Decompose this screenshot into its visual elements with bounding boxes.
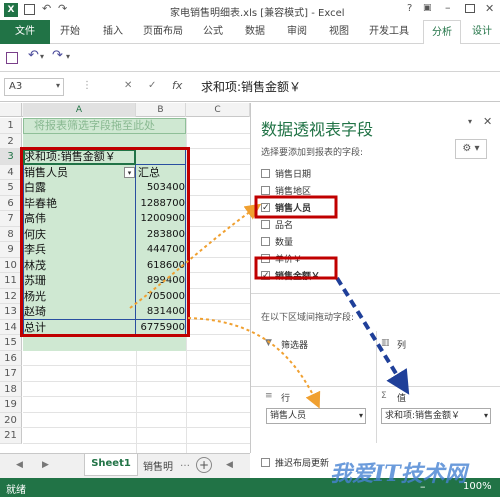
orange-arrow-to-rows <box>187 317 321 409</box>
sheet-tab-active[interactable]: Sheet1 <box>84 454 138 476</box>
orange-arrow-to-field <box>129 203 262 309</box>
scroll-right-icon[interactable]: ▶ <box>42 460 49 470</box>
zoom-level[interactable]: 100% <box>463 481 492 492</box>
sheet-tab-bar: ◀ ▶ Sheet1 销售明 … + ◀ <box>0 453 250 478</box>
sheet-tab-other[interactable]: 销售明 <box>143 458 173 473</box>
annotation-arrows <box>129 195 410 409</box>
red-field-highlight-salesperson <box>254 195 338 219</box>
status-ready: 就绪 <box>6 485 26 496</box>
watermark-logo: 我爱IT技术网 <box>330 461 467 487</box>
blue-arrow-to-values <box>335 276 410 395</box>
status-bar: 就绪 我爱IT技术网 – 100% <box>0 461 500 497</box>
red-field-highlight-amount <box>254 256 338 280</box>
add-sheet-icon[interactable]: + <box>196 457 212 473</box>
zoom-out-icon[interactable]: – <box>420 480 426 493</box>
more-sheets-icon[interactable]: … <box>180 458 190 469</box>
scroll-left-icon[interactable]: ◀ <box>16 460 23 470</box>
horizontal-scroll-left-icon[interactable]: ◀ <box>226 460 233 470</box>
